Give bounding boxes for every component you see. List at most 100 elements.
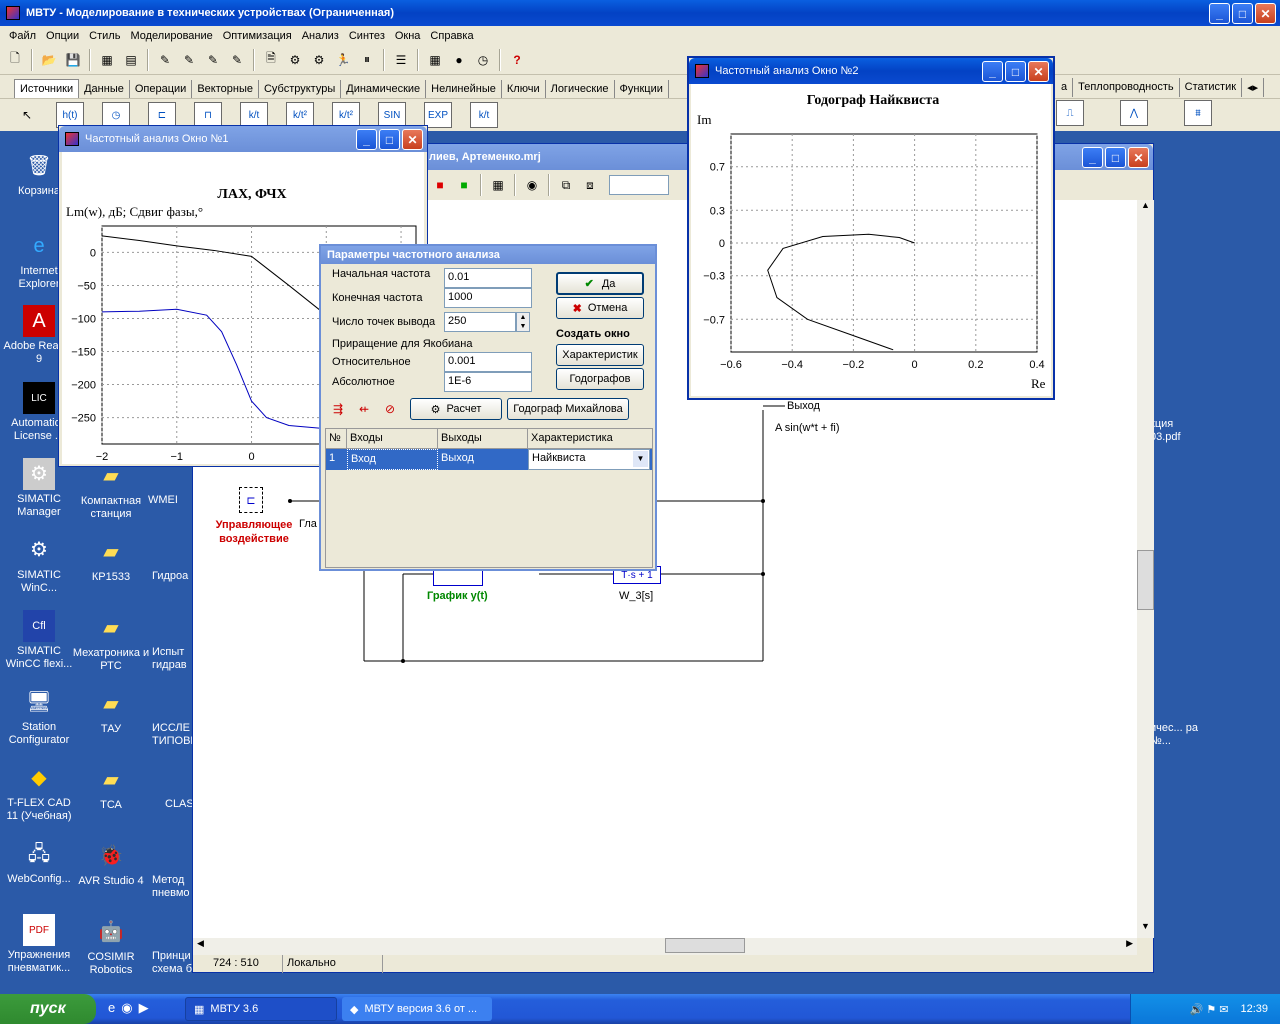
freq1-titlebar[interactable]: Частотный анализ Окно №1 _ □ ✕ [59, 126, 427, 152]
end-freq-input[interactable]: 1000 [444, 288, 532, 308]
folder-icon[interactable]: ▰ Мехатроника и РТС [72, 612, 150, 673]
maximize-icon[interactable]: □ [1105, 147, 1126, 168]
characteristics-button[interactable]: Характеристик [556, 344, 644, 366]
tab-scroll-icon[interactable]: ◂▸ [1242, 78, 1265, 97]
red-block-icon[interactable]: ■ [429, 174, 451, 196]
simatic-winc-icon[interactable]: ⚙ SIMATIC WinC... [0, 534, 78, 595]
ungroup-icon[interactable]: ⧈ [579, 174, 601, 196]
list-icon[interactable]: ☰ [390, 49, 412, 71]
station-config-icon[interactable]: 🖥 Station Configurator [0, 686, 78, 747]
clock-icon[interactable]: ◷ [472, 49, 494, 71]
layers-icon[interactable]: ▤ [120, 49, 142, 71]
tab-heat[interactable]: Теплопроводность [1073, 78, 1180, 97]
maximize-icon[interactable]: □ [1232, 3, 1253, 24]
stop-icon[interactable]: ● [448, 49, 470, 71]
tab-nonlinear[interactable]: Нелинейные [426, 80, 502, 98]
start-button[interactable]: пуск [0, 994, 96, 1024]
hodographs-button[interactable]: Годографов [556, 368, 644, 390]
group-icon[interactable]: ⧉ [555, 174, 577, 196]
tab-logic[interactable]: Логические [546, 80, 615, 98]
tab-operations[interactable]: Операции [130, 80, 193, 98]
grid-icon[interactable]: ▦ [424, 49, 446, 71]
block-noise-icon[interactable]: ⩩ [1184, 100, 1212, 126]
icon-label[interactable]: Гидроа [152, 570, 194, 583]
structure-icon[interactable]: ▦ [96, 49, 118, 71]
close-icon[interactable]: ✕ [402, 129, 423, 150]
menu-options[interactable]: Опции [41, 30, 84, 42]
menu-synthesis[interactable]: Синтез [344, 30, 390, 42]
abs-input[interactable]: 1E-6 [444, 372, 532, 392]
tool-icon[interactable]: ✎ [202, 49, 224, 71]
close-icon[interactable]: ✕ [1028, 61, 1049, 82]
control-block-icon[interactable]: ⊏ [239, 487, 263, 513]
run-icon[interactable]: ⚙ [308, 49, 330, 71]
freq2-titlebar[interactable]: Частотный анализ Окно №2 _ □ ✕ [689, 58, 1053, 84]
folder-icon[interactable]: ▰ ТСА [72, 764, 150, 812]
calc-button[interactable]: ⚙ Расчет [410, 398, 502, 420]
pause-icon[interactable]: ⏸ [356, 49, 378, 71]
ie-quick-icon[interactable]: e [108, 1000, 115, 1016]
chevron-down-icon[interactable]: ▼ [633, 451, 648, 467]
tool-icon[interactable]: ✎ [226, 49, 248, 71]
horizontal-scrollbar[interactable]: ◀ ▶ [193, 938, 1137, 955]
help-icon[interactable]: ? [506, 49, 528, 71]
task-doc[interactable]: ◆ МВТУ версия 3.6 от ... [342, 997, 492, 1021]
menu-style[interactable]: Стиль [84, 30, 125, 42]
tab-sources[interactable]: Источники [14, 79, 80, 98]
webconfig-icon[interactable]: 🖧 WebConfig... [0, 838, 78, 886]
folder-icon[interactable]: ▰ ТАУ [72, 688, 150, 736]
green-block-icon[interactable]: ■ [453, 174, 475, 196]
pdf-file-icon[interactable]: кция 03.pdf [1150, 418, 1200, 444]
settings-icon[interactable]: ◉ [521, 174, 543, 196]
menu-optimization[interactable]: Оптимизация [218, 30, 297, 42]
points-input[interactable]: 250 [444, 312, 516, 332]
tool-icon[interactable]: ✎ [154, 49, 176, 71]
folder-icon[interactable]: ▰ Компактная станция [72, 460, 150, 521]
tab-functions[interactable]: Функции [615, 80, 669, 98]
char-select[interactable]: Найквиста ▼ [528, 449, 650, 470]
save-icon[interactable]: 💾 [62, 49, 84, 71]
cosimir-icon[interactable]: 🤖 COSIMIR Robotics [72, 916, 150, 977]
task-mvtu[interactable]: ▦ МВТУ 3.6 [185, 997, 337, 1021]
icon-label[interactable]: ИССЛЕ ТИПОВЫ [152, 722, 200, 748]
schema-icon[interactable]: ▦ [487, 174, 509, 196]
block-saw-icon[interactable]: ⋀ [1120, 100, 1148, 126]
minimize-icon[interactable]: _ [1082, 147, 1103, 168]
icon-label[interactable]: CLASS [165, 798, 201, 811]
player-quick-icon[interactable]: ▶ [139, 1000, 149, 1016]
tab-partial[interactable]: а [1056, 78, 1074, 97]
pdf-icon[interactable]: PDF Упражнения пневматик... [0, 914, 78, 975]
close-icon[interactable]: ✕ [1255, 3, 1276, 24]
zoom-select[interactable] [609, 175, 669, 195]
pointer-icon[interactable]: ↖ [16, 104, 38, 126]
tab-keys[interactable]: Ключи [502, 80, 546, 98]
new-file-icon[interactable]: 🗋 [4, 49, 26, 71]
minimize-icon[interactable]: _ [356, 129, 377, 150]
block-kt3[interactable]: k/t [470, 102, 498, 128]
menu-windows[interactable]: Окна [390, 30, 426, 42]
rel-input[interactable]: 0.001 [444, 352, 532, 372]
runner-icon[interactable]: 🏃 [332, 49, 354, 71]
add-row-icon[interactable]: ⇶ [327, 398, 349, 420]
icon-label[interactable]: Метод пневмо [152, 874, 194, 900]
vertical-scrollbar[interactable]: ▲ ▼ [1137, 200, 1154, 938]
simatic-manager-icon[interactable]: ⚙ SIMATIC Manager [0, 458, 78, 519]
main-titlebar[interactable]: МВТУ - Моделирование в технических устро… [0, 0, 1280, 26]
tab-dynamic[interactable]: Динамические [341, 80, 427, 98]
row-output[interactable]: Выход [438, 449, 528, 470]
tab-vector[interactable]: Векторные [192, 80, 259, 98]
cancel-button[interactable]: ✖ Отмена [556, 297, 644, 319]
minimize-icon[interactable]: _ [1209, 3, 1230, 24]
row-input[interactable]: Вход [347, 449, 438, 470]
ok-button[interactable]: ✔ Да [556, 272, 644, 295]
folder-icon[interactable]: ▰ КР1533 [72, 536, 150, 584]
dialog-titlebar[interactable]: Параметры частотного анализа [321, 246, 655, 264]
tool-icon[interactable]: ✎ [178, 49, 200, 71]
block-exp[interactable]: EXP [424, 102, 452, 128]
vscroll-thumb[interactable] [1137, 550, 1154, 610]
delete-icon[interactable]: ⊘ [379, 398, 401, 420]
maximize-icon[interactable]: □ [1005, 61, 1026, 82]
tab-stats[interactable]: Статистик [1180, 78, 1243, 97]
block-pulse-icon[interactable]: ⎍ [1056, 100, 1084, 126]
doc-icon[interactable]: 🗎 [260, 49, 282, 71]
